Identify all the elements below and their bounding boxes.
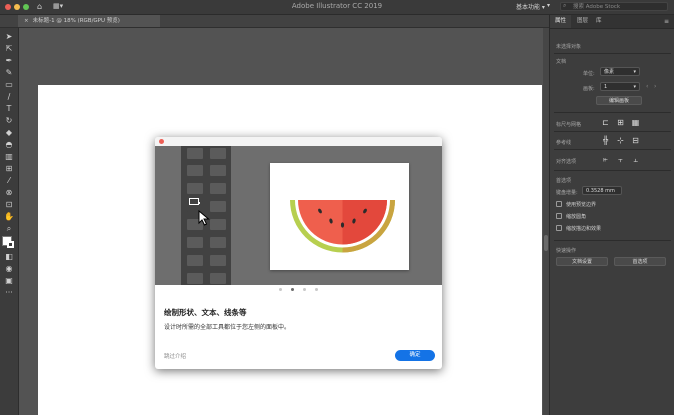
preferences-button[interactable]: 首选项 <box>614 257 666 266</box>
document-setup-button[interactable]: 文档设置 <box>556 257 608 266</box>
tools-panel: ➤ ⇱ ✒ ✎ ▭ ∕ T ↻ ◆ ◓ ▥ ⊞ ⁄ ⊗ ⊡ ✋ ⌕ ◧ ◉ ▣ … <box>0 28 19 415</box>
scale-corners-checkbox[interactable] <box>556 213 562 219</box>
snap-options-label: 对齐选项 <box>556 159 577 165</box>
show-guides-icon[interactable]: ╬ <box>601 136 610 145</box>
artboard-label: 画板: <box>583 86 595 92</box>
tool-corner-marker <box>198 202 200 204</box>
title-bar: ⌂ ▦▾ Adobe Illustrator CC 2019 基本功能 ▾ ▾ … <box>0 0 674 15</box>
blend-tool-icon[interactable]: ⊗ <box>4 189 14 197</box>
selection-tool-icon[interactable]: ➤ <box>4 33 14 41</box>
panel-menu-icon[interactable]: ≡ <box>664 18 669 25</box>
cursor-arrow-icon <box>198 210 210 226</box>
scrollbar-thumb[interactable] <box>544 235 548 251</box>
pagination-dot[interactable] <box>315 288 318 291</box>
pixel-grid-icon[interactable]: ▦ <box>631 118 640 127</box>
search-icon: ⌕ <box>563 2 567 9</box>
curvature-tool-icon[interactable]: ✎ <box>4 69 14 77</box>
document-tab-label: 未标题-1 @ 18% (RGB/GPU 预览) <box>32 18 120 24</box>
artboard-select[interactable]: 1 ▾ <box>600 82 640 91</box>
welcome-tour-dialog: 绘制形状、文本、线条等 设计时所需的全部工具都位于您左侧的面板中。 跳过介绍 确… <box>155 137 442 369</box>
pen-tool-icon[interactable]: ✒ <box>4 57 14 65</box>
divider <box>554 112 671 113</box>
chevron-down-icon: ▾ <box>633 69 636 75</box>
workspace-label: 基本功能 <box>516 4 541 11</box>
ok-button[interactable]: 确定 <box>395 350 435 361</box>
paintbrush-tool-icon[interactable]: ∕ <box>4 93 14 101</box>
type-tool-icon[interactable]: T <box>4 105 14 113</box>
no-selection-label: 未选择对象 <box>556 44 582 50</box>
close-tab-icon[interactable]: × <box>24 18 29 24</box>
ruler-icon[interactable]: ⊏ <box>601 118 610 127</box>
divider <box>554 240 671 241</box>
artboard-value: 1 <box>604 84 608 90</box>
hand-tool-icon[interactable]: ✋ <box>4 213 14 221</box>
eraser-tool-icon[interactable]: ◆ <box>4 129 14 137</box>
rulers-grids-label: 标尺与网格 <box>556 122 582 128</box>
artboard-tool-icon[interactable]: ⊡ <box>4 201 14 209</box>
divider <box>554 149 671 150</box>
snap-to-point-icon[interactable]: ⫦ <box>601 155 610 164</box>
mesh-tool-icon[interactable]: ⊞ <box>4 165 14 173</box>
pagination-dot[interactable] <box>303 288 306 291</box>
units-label: 单位: <box>583 71 595 77</box>
eyedropper-tool-icon[interactable]: ⁄ <box>4 177 14 185</box>
dialog-description: 设计时所需的全部工具都位于您左侧的面板中。 <box>164 324 291 331</box>
lock-guides-icon[interactable]: ⊹ <box>616 136 625 145</box>
scale-strokes-checkbox[interactable] <box>556 225 562 231</box>
pagination-dot[interactable] <box>279 288 282 291</box>
properties-panel: 属性 图层 库 ≡ 未选择对象 文档 单位: 像素 ▾ 画板: 1 ▾ ‹ › 编辑… <box>549 15 674 415</box>
tab-properties[interactable]: 属性 <box>550 15 572 28</box>
document-tab[interactable]: × 未标题-1 @ 18% (RGB/GPU 预览) <box>18 15 160 27</box>
smart-guides-icon[interactable]: ⊟ <box>631 136 640 145</box>
snap-to-pixel-icon[interactable]: ⫠ <box>631 155 640 164</box>
color-mode-icon[interactable]: ◧ <box>4 253 14 261</box>
quick-actions-label: 快速操作 <box>556 248 577 254</box>
tab-layers[interactable]: 图层 <box>572 15 593 28</box>
dialog-title: 绘制形状、文本、线条等 <box>164 308 247 317</box>
dialog-title-bar <box>155 137 442 146</box>
search-settings-icon[interactable]: ▾ <box>547 2 550 9</box>
chevron-down-icon: ▾ <box>633 84 636 90</box>
divider <box>554 131 671 132</box>
divider <box>554 170 671 171</box>
pagination-dot-active[interactable] <box>291 288 294 291</box>
grid-icon[interactable]: ⊞ <box>616 118 625 127</box>
canvas-illustration <box>270 163 409 270</box>
units-select[interactable]: 像素 ▾ <box>600 67 640 76</box>
watermelon-icon <box>290 200 395 253</box>
direct-selection-tool-icon[interactable]: ⇱ <box>4 45 14 53</box>
screen-mode-icon[interactable]: ▣ <box>4 277 14 285</box>
gradient-tool-icon[interactable]: ▥ <box>4 153 14 161</box>
scale-strokes-label: 缩放描边和效果 <box>566 226 602 232</box>
snap-to-grid-icon[interactable]: ⫟ <box>616 155 625 164</box>
close-dialog-button[interactable] <box>159 139 164 144</box>
tab-libraries[interactable]: 库 <box>591 15 607 28</box>
draw-mode-icon[interactable]: ◉ <box>4 265 14 273</box>
keyboard-increment-label: 键盘增量: <box>556 190 578 196</box>
more-tools-icon[interactable]: ··· <box>4 289 14 297</box>
units-value: 像素 <box>604 69 615 75</box>
rotate-tool-icon[interactable]: ↻ <box>4 117 14 125</box>
preferences-section-label: 首选项 <box>556 178 572 184</box>
workspace-switcher[interactable]: 基本功能 ▾ <box>516 2 545 11</box>
rectangle-tool-icon[interactable]: ▭ <box>4 81 14 89</box>
keyboard-increment-input[interactable]: 0.3528 mm <box>582 186 622 195</box>
shape-builder-tool-icon[interactable]: ◓ <box>4 141 14 149</box>
edit-artboards-button[interactable]: 编辑画板 <box>596 96 642 105</box>
document-section-label: 文档 <box>556 59 567 65</box>
skip-tour-link[interactable]: 跳过介绍 <box>164 352 186 360</box>
tour-illustration <box>155 146 442 285</box>
previous-artboard-icon[interactable]: ‹ <box>646 83 648 90</box>
search-stock-input[interactable]: 搜索 Adobe Stock <box>560 2 668 11</box>
use-preview-bounds-checkbox[interactable] <box>556 201 562 207</box>
zoom-tool-icon[interactable]: ⌕ <box>4 225 14 233</box>
scale-corners-label: 缩放圆角 <box>566 214 587 220</box>
panel-tabs: 属性 图层 库 ≡ <box>550 15 674 29</box>
divider <box>554 53 671 54</box>
next-artboard-icon[interactable]: › <box>654 83 656 90</box>
stroke-color-swatch[interactable] <box>7 241 14 248</box>
guides-label: 参考线 <box>556 140 572 146</box>
use-preview-bounds-label: 使用预览边界 <box>566 202 597 208</box>
